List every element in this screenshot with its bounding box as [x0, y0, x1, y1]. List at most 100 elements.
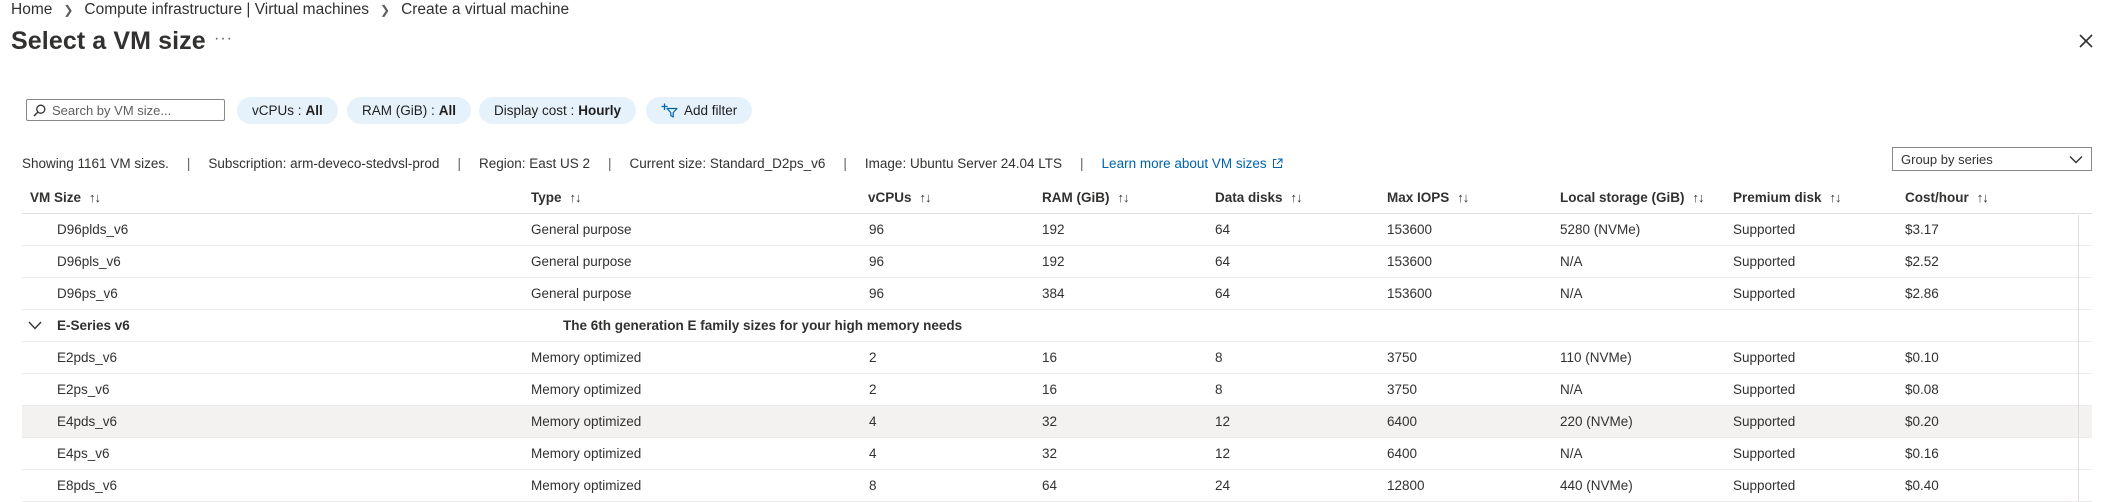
table-row[interactable]: D96pls_v6 General purpose 96 192 64 1536… — [22, 246, 2092, 278]
vm-size-summary: Showing 1161 VM sizes. | Subscription: a… — [22, 154, 1283, 172]
cell-premium-disk: Supported — [1733, 254, 1796, 269]
external-link-icon — [1272, 158, 1283, 168]
cell-vcpus: 2 — [869, 382, 877, 397]
table-scrollbar[interactable] — [2078, 215, 2079, 502]
series-group-description: The 6th generation E family sizes for yo… — [563, 318, 963, 333]
cell-data-disks: 24 — [1215, 478, 1231, 493]
cell-vcpus: 2 — [869, 350, 877, 365]
cell-max-iops: 153600 — [1387, 286, 1433, 301]
breadcrumb-virtual-machines[interactable]: Compute infrastructure | Virtual machine… — [84, 1, 369, 19]
ram-filter-label: RAM (GiB) : — [362, 103, 435, 118]
chevron-right-icon: ❯ — [380, 3, 391, 17]
cell-local-storage: N/A — [1560, 286, 1583, 301]
table-row[interactable]: E2ps_v6 Memory optimized 2 16 8 3750 N/A… — [22, 374, 2092, 406]
cell-local-storage: N/A — [1560, 254, 1583, 269]
cell-ram: 32 — [1042, 414, 1058, 429]
cell-vm-size: D96pls_v6 — [57, 254, 121, 269]
cell-cost-hour: $0.16 — [1905, 446, 1939, 461]
cell-data-disks: 8 — [1215, 382, 1223, 397]
close-button[interactable] — [2075, 30, 2097, 52]
search-icon — [33, 104, 46, 116]
cell-type: Memory optimized — [531, 382, 642, 397]
cell-ram: 16 — [1042, 382, 1058, 397]
cell-vcpus: 4 — [869, 414, 877, 429]
chevron-down-icon[interactable] — [28, 321, 42, 330]
display-cost-filter-value: Hourly — [578, 103, 622, 118]
cell-ram: 384 — [1042, 286, 1065, 301]
more-options-button[interactable]: ··· — [214, 30, 233, 48]
cell-type: Memory optimized — [531, 446, 642, 461]
page-title: Select a VM size — [11, 27, 206, 55]
cell-local-storage: 110 (NVMe) — [1560, 350, 1632, 365]
cell-premium-disk: Supported — [1733, 222, 1796, 237]
table-row[interactable]: D96plds_v6 General purpose 96 192 64 153… — [22, 214, 2092, 246]
cell-local-storage: 440 (NVMe) — [1560, 478, 1633, 493]
table-header: VM Size ↑↓ Type ↑↓ vCPUs ↑↓ RAM (GiB) ↑↓ Dat… — [22, 185, 2092, 214]
vm-size-table: VM Size ↑↓ Type ↑↓ vCPUs ↑↓ RAM (GiB) ↑↓ Dat… — [22, 185, 2092, 502]
table-row[interactable]: E4ps_v6 Memory optimized 4 32 12 6400 N/… — [22, 438, 2092, 470]
divider: | — [608, 155, 612, 171]
add-filter-button[interactable]: Add filter — [646, 97, 753, 124]
divider: | — [843, 155, 847, 171]
cell-max-iops: 3750 — [1387, 350, 1418, 365]
cell-cost-hour: $0.40 — [1905, 478, 1939, 493]
column-header-label: Type — [531, 190, 562, 205]
ram-filter-pill[interactable]: RAM (GiB) : All — [347, 97, 472, 124]
column-header-label: Cost/hour — [1905, 190, 1969, 205]
cell-vcpus: 96 — [869, 286, 885, 301]
cell-type: General purpose — [531, 286, 632, 301]
sort-icon: ↑↓ — [1117, 190, 1130, 205]
column-header-local-storage[interactable]: Local storage (GiB) ↑↓ — [1560, 190, 1705, 205]
column-header-label: Local storage (GiB) — [1560, 190, 1685, 205]
cell-cost-hour: $0.08 — [1905, 382, 1939, 397]
column-header-label: VM Size — [30, 190, 82, 205]
region-info: Region: East US 2 — [478, 155, 591, 171]
table-row[interactable]: D96ps_v6 General purpose 96 384 64 15360… — [22, 278, 2092, 310]
sort-icon: ↑↓ — [89, 190, 101, 205]
column-header-label: Max IOPS — [1387, 190, 1450, 205]
cell-vm-size: E2pds_v6 — [57, 350, 118, 365]
cell-ram: 192 — [1042, 254, 1065, 269]
cell-vm-size: E4pds_v6 — [57, 414, 118, 429]
cell-max-iops: 153600 — [1387, 254, 1433, 269]
table-row[interactable]: E8pds_v6 Memory optimized 8 64 24 12800 … — [22, 470, 2092, 502]
column-header-premium-disk[interactable]: Premium disk ↑↓ — [1733, 190, 1842, 205]
breadcrumb-create-vm[interactable]: Create a virtual machine — [401, 1, 569, 19]
divider: | — [186, 155, 191, 171]
cell-data-disks: 64 — [1215, 254, 1231, 269]
cell-cost-hour: $2.86 — [1905, 286, 1939, 301]
sort-icon: ↑↓ — [1829, 190, 1842, 205]
search-box[interactable] — [26, 99, 225, 121]
column-header-vcpus[interactable]: vCPUs ↑↓ — [868, 190, 932, 205]
cell-vm-size: E4ps_v6 — [57, 446, 110, 461]
sort-icon: ↑↓ — [1457, 190, 1469, 205]
column-header-data-disks[interactable]: Data disks ↑↓ — [1215, 190, 1303, 205]
showing-count: Showing 1161 VM sizes. — [22, 155, 169, 171]
cell-vm-size: D96ps_v6 — [57, 286, 118, 301]
column-header-max-iops[interactable]: Max IOPS ↑↓ — [1387, 190, 1469, 205]
sort-icon: ↑↓ — [1692, 190, 1705, 205]
cell-data-disks: 8 — [1215, 350, 1223, 365]
breadcrumb-home[interactable]: Home — [11, 1, 52, 19]
cell-premium-disk: Supported — [1733, 286, 1796, 301]
cell-type: General purpose — [531, 222, 632, 237]
learn-more-link[interactable]: Learn more about VM sizes — [1102, 156, 1283, 171]
cell-ram: 192 — [1042, 222, 1065, 237]
add-filter-label: Add filter — [684, 103, 738, 118]
search-input[interactable] — [52, 102, 212, 118]
table-row-selected[interactable]: E4pds_v6 Memory optimized 4 32 12 6400 2… — [22, 406, 2092, 438]
series-group-row[interactable]: E-Series v6 The 6th generation E family … — [22, 310, 2092, 342]
column-header-ram[interactable]: RAM (GiB) ↑↓ — [1042, 190, 1130, 205]
cell-max-iops: 12800 — [1387, 478, 1425, 493]
cell-vcpus: 96 — [869, 222, 885, 237]
column-header-type[interactable]: Type ↑↓ — [531, 190, 582, 205]
vcpus-filter-pill[interactable]: vCPUs : All — [237, 97, 338, 124]
column-header-cost-hour[interactable]: Cost/hour ↑↓ — [1905, 190, 1989, 205]
display-cost-filter-pill[interactable]: Display cost : Hourly — [479, 97, 637, 124]
group-by-dropdown[interactable]: Group by series — [1892, 147, 2092, 171]
cell-local-storage: 220 (NVMe) — [1560, 414, 1633, 429]
sort-icon: ↑↓ — [1290, 190, 1303, 205]
table-row[interactable]: E2pds_v6 Memory optimized 2 16 8 3750 11… — [22, 342, 2092, 374]
column-header-vm-size[interactable]: VM Size ↑↓ — [30, 190, 101, 205]
cell-premium-disk: Supported — [1733, 414, 1796, 429]
